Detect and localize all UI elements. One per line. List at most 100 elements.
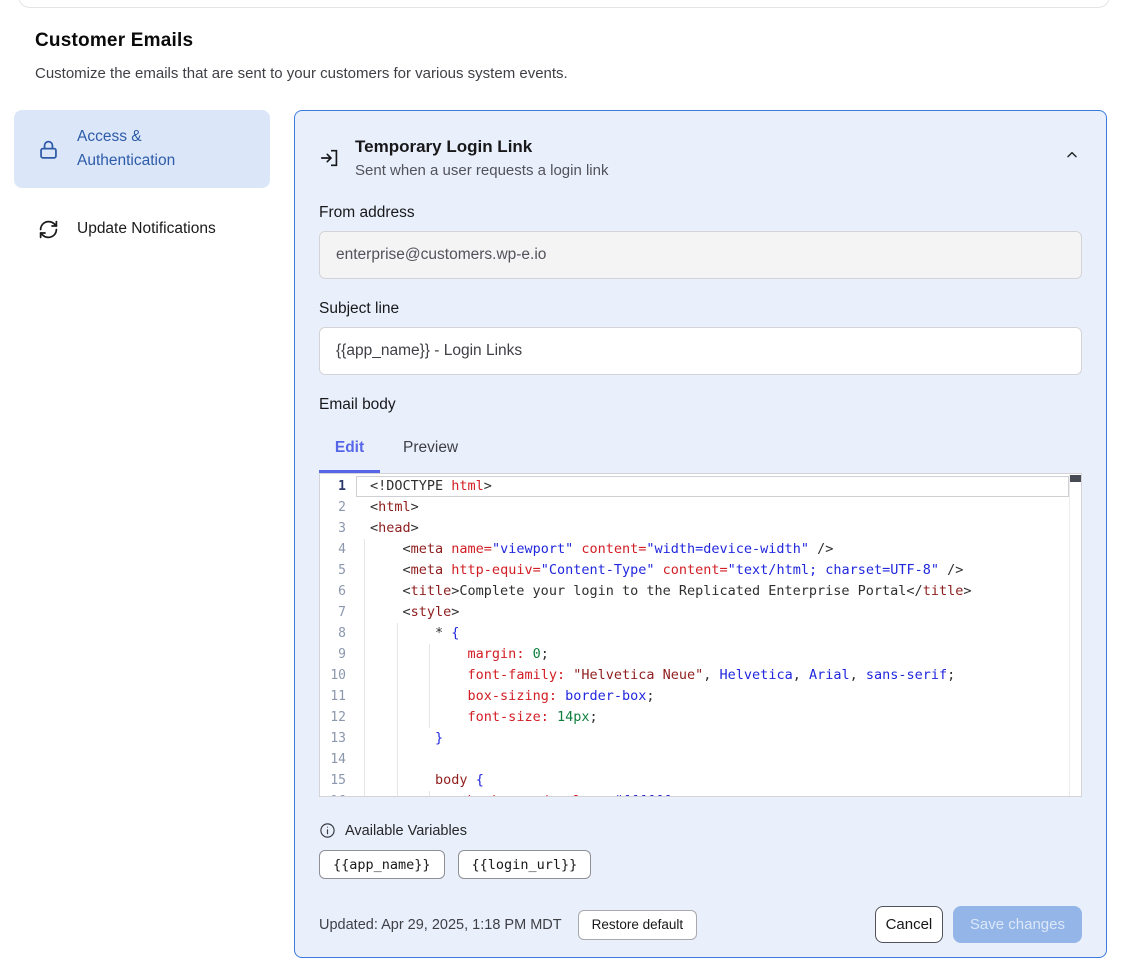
line-number: 6	[320, 581, 356, 602]
code-line[interactable]: box-sizing: border-box;	[356, 686, 1069, 707]
scrollbar-thumb[interactable]	[1070, 475, 1081, 482]
indent-guide	[364, 686, 365, 707]
indent-guide	[397, 770, 398, 791]
restore-default-button[interactable]: Restore default	[578, 910, 698, 940]
sidebar-item-label: Update Notifications	[77, 217, 216, 241]
code-line[interactable]: <meta http-equiv="Content-Type" content=…	[356, 560, 1069, 581]
indent-guide	[364, 728, 365, 749]
updated-timestamp: Updated: Apr 29, 2025, 1:18 PM MDT	[319, 917, 562, 933]
sidebar-item-update-notifications[interactable]: Update Notifications	[14, 204, 270, 254]
line-number: 2	[320, 497, 356, 518]
indent-guide	[364, 560, 365, 581]
indent-guide	[364, 602, 365, 623]
indent-guide	[397, 749, 398, 770]
indent-guide	[397, 707, 398, 728]
code-editor[interactable]: 12345678910111213141516 <!DOCTYPE html><…	[319, 473, 1082, 797]
line-number: 16	[320, 791, 356, 797]
template-title: Temporary Login Link	[355, 137, 608, 157]
from-address-label: From address	[319, 204, 1082, 222]
indent-guide	[364, 707, 365, 728]
variable-chips: {{app_name}} {{login_url}}	[319, 850, 1082, 879]
code-line[interactable]: <style>	[356, 602, 1069, 623]
indent-guide	[397, 665, 398, 686]
code-line[interactable]: margin: 0;	[356, 644, 1069, 665]
variable-chip[interactable]: {{login_url}}	[458, 850, 592, 879]
sidebar-item-label: Access & Authentication	[77, 125, 199, 173]
line-number: 12	[320, 707, 356, 728]
line-number: 8	[320, 623, 356, 644]
line-number: 5	[320, 560, 356, 581]
line-number: 14	[320, 749, 356, 770]
code-line[interactable]	[356, 749, 1069, 770]
email-body-tabs: Edit Preview	[319, 436, 1082, 460]
indent-guide	[429, 686, 430, 707]
save-changes-button[interactable]: Save changes	[953, 906, 1082, 943]
code-line[interactable]: <!DOCTYPE html>	[356, 476, 1069, 497]
indent-guide	[397, 791, 398, 796]
template-subtitle: Sent when a user requests a login link	[355, 162, 608, 179]
subject-line-input[interactable]	[319, 327, 1082, 375]
line-number: 3	[320, 518, 356, 539]
indent-guide	[429, 791, 430, 796]
line-number: 13	[320, 728, 356, 749]
tab-edit[interactable]: Edit	[319, 439, 380, 457]
email-template-panel: Temporary Login Link Sent when a user re…	[294, 110, 1107, 958]
code-line[interactable]: font-family: "Helvetica Neue", Helvetica…	[356, 665, 1069, 686]
editor-gutter: 12345678910111213141516	[320, 474, 356, 796]
line-number: 10	[320, 665, 356, 686]
from-address-input[interactable]	[319, 231, 1082, 279]
line-number: 15	[320, 770, 356, 791]
code-line[interactable]: <head>	[356, 518, 1069, 539]
code-line[interactable]: * {	[356, 623, 1069, 644]
page-subtitle: Customize the emails that are sent to yo…	[35, 65, 735, 82]
indent-guide	[364, 581, 365, 602]
tab-preview[interactable]: Preview	[403, 439, 458, 457]
indent-guide	[397, 728, 398, 749]
info-icon	[319, 822, 336, 839]
line-number: 7	[320, 602, 356, 623]
code-line[interactable]: body {	[356, 770, 1069, 791]
code-line[interactable]: }	[356, 728, 1069, 749]
sidebar-item-access-authentication[interactable]: Access & Authentication	[14, 110, 270, 188]
sidebar: Access & Authentication Update Notificat…	[14, 110, 270, 254]
editor-scrollbar[interactable]	[1069, 474, 1081, 796]
code-line[interactable]: background-color: #ffffff;	[356, 791, 1069, 796]
code-line[interactable]: font-size: 14px;	[356, 707, 1069, 728]
subject-line-label: Subject line	[319, 300, 1082, 318]
variable-chip[interactable]: {{app_name}}	[319, 850, 445, 879]
panel-footer: Updated: Apr 29, 2025, 1:18 PM MDT Resto…	[319, 906, 1082, 943]
email-body-label: Email body	[319, 396, 1082, 414]
line-number: 4	[320, 539, 356, 560]
indent-guide	[364, 770, 365, 791]
line-number: 11	[320, 686, 356, 707]
indent-guide	[364, 539, 365, 560]
indent-guide	[364, 749, 365, 770]
active-tab-underline	[319, 470, 380, 473]
indent-guide	[429, 707, 430, 728]
line-number: 1	[320, 476, 356, 497]
cancel-button[interactable]: Cancel	[875, 906, 943, 943]
collapse-button[interactable]	[1064, 147, 1080, 163]
indent-guide	[397, 686, 398, 707]
indent-guide	[364, 665, 365, 686]
indent-guide	[364, 644, 365, 665]
code-line[interactable]: <meta name="viewport" content="width=dev…	[356, 539, 1069, 560]
screen: Customer Emails Customize the emails tha…	[0, 0, 1128, 980]
indent-guide	[429, 644, 430, 665]
available-variables-header: Available Variables	[319, 822, 1082, 839]
line-number: 9	[320, 644, 356, 665]
indent-guide	[364, 791, 365, 796]
indent-guide	[429, 665, 430, 686]
page-title: Customer Emails	[35, 30, 735, 52]
indent-guide	[397, 623, 398, 644]
chevron-up-icon	[1064, 147, 1080, 163]
code-line[interactable]: <html>	[356, 497, 1069, 518]
editor-code[interactable]: <!DOCTYPE html><html><head> <meta name="…	[356, 474, 1069, 796]
code-line[interactable]: <title>Complete your login to the Replic…	[356, 581, 1069, 602]
editor-wrap: 12345678910111213141516 <!DOCTYPE html><…	[319, 473, 1082, 797]
available-variables-label: Available Variables	[345, 823, 467, 839]
panel-header: Temporary Login Link Sent when a user re…	[319, 137, 1082, 179]
lock-icon	[38, 139, 59, 160]
refresh-icon	[38, 219, 59, 240]
previous-card-edge	[18, 0, 1110, 8]
